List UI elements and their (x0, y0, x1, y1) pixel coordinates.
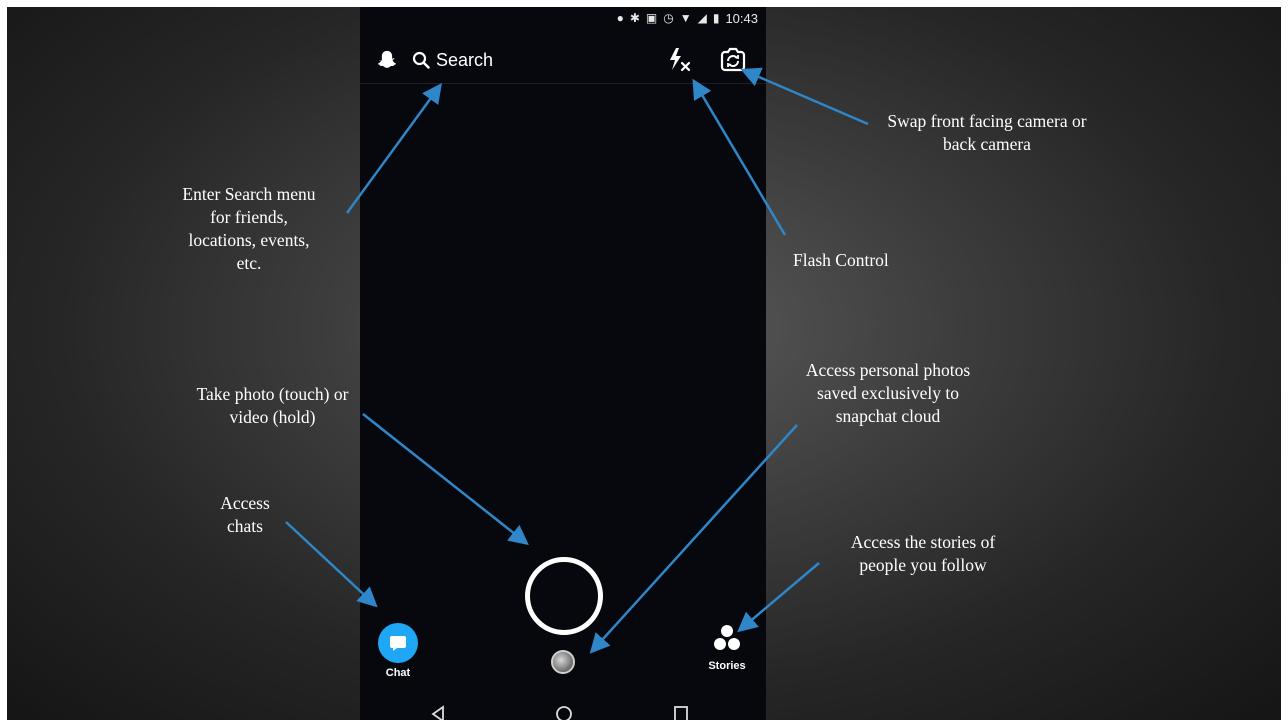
search-label: Search (436, 49, 494, 70)
memories-annotation: Access personal photos saved exclusively… (805, 360, 971, 427)
search-annotation: Enter Search menu for friends, locations… (182, 184, 316, 274)
memories-button[interactable] (551, 650, 575, 674)
phone-screen: ● ✱ ▣ ◷ ▼ ◢ ▮ 10:43 Search Chat Stories (360, 7, 766, 720)
recents-icon[interactable] (673, 705, 689, 720)
stories-annotation: Access the stories of people you follow (850, 532, 996, 576)
flash-off-icon[interactable] (667, 46, 693, 74)
search-button[interactable]: Search (412, 45, 493, 75)
chat-label: Chat (385, 667, 411, 679)
battery-icon: ▮ (712, 11, 720, 25)
stories-icon (714, 625, 740, 650)
vibrate-icon: ▣ (645, 11, 658, 25)
home-icon[interactable] (555, 705, 573, 720)
stories-button[interactable]: Stories (703, 623, 751, 672)
camera-top-bar: Search (360, 37, 766, 84)
back-icon[interactable] (430, 705, 446, 720)
chats-annotation: Access chats (220, 493, 270, 537)
wifi-icon: ▼ (679, 11, 692, 25)
status-bar: ● ✱ ▣ ◷ ▼ ◢ ▮ 10:43 (617, 9, 758, 27)
capture-button[interactable] (525, 557, 603, 635)
bluetooth-icon: ✱ (629, 11, 640, 25)
android-nav-bar (360, 699, 766, 720)
chat-bubble-icon (378, 623, 418, 663)
signal-icon: ◢ (697, 11, 707, 25)
swap-camera-icon[interactable] (718, 45, 748, 75)
capture-annotation: Take photo (touch) or video (hold) (196, 384, 349, 428)
swap-annotation: Swap front facing camera or back camera (887, 111, 1087, 155)
alarm-icon: ◷ (663, 11, 674, 25)
status-time: 10:43 (725, 10, 758, 26)
snapchat-ghost-icon[interactable] (376, 49, 398, 71)
flash-annotation: Flash Control (793, 250, 889, 270)
chat-button[interactable]: Chat (378, 623, 418, 679)
search-icon (412, 51, 430, 69)
slide: ● ✱ ▣ ◷ ▼ ◢ ▮ 10:43 Search Chat Stories … (7, 7, 1281, 720)
location-pin-icon: ● (616, 11, 624, 25)
stories-label: Stories (708, 660, 746, 672)
